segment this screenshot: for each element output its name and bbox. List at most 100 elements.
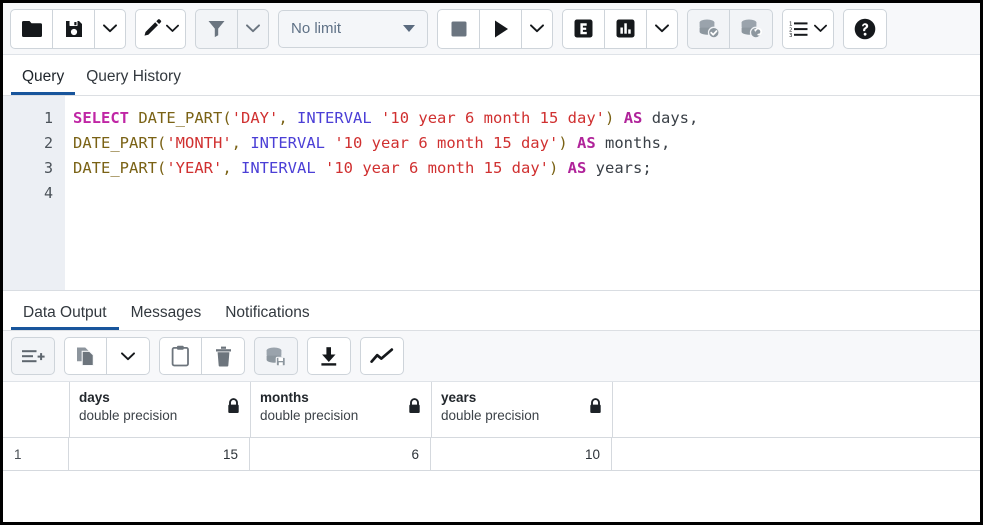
line-number: 3 <box>3 156 65 181</box>
table-row[interactable]: 115610 <box>3 438 980 471</box>
download-group <box>307 337 351 375</box>
column-type: double precision <box>79 407 241 425</box>
edit-button-group <box>135 9 186 49</box>
chevron-down-icon <box>655 24 669 33</box>
play-icon <box>492 19 510 39</box>
code-token: DATE_PART <box>73 159 157 177</box>
tab-data-output[interactable]: Data Output <box>11 305 119 331</box>
database-rollback-icon <box>739 18 763 39</box>
save-file-button[interactable] <box>53 10 95 48</box>
filter-options-caret[interactable] <box>238 10 268 48</box>
copy-group <box>64 337 150 375</box>
tab-query-history-label: Query History <box>86 68 181 85</box>
commit-button[interactable] <box>688 10 730 48</box>
chevron-down-icon <box>530 24 544 33</box>
explain-button[interactable] <box>563 10 605 48</box>
code-token: 'MONTH' <box>166 134 231 152</box>
stop-query-button[interactable] <box>438 10 480 48</box>
code-token: AS <box>577 134 596 152</box>
code-token: INTERVAL <box>241 159 316 177</box>
code-token: '10 year 6 month 15 day' <box>381 109 605 127</box>
tab-notifications-label: Notifications <box>225 304 309 321</box>
sql-editor[interactable]: 1234 SELECT DATE_PART('DAY', INTERVAL '1… <box>3 96 980 291</box>
sql-code-area[interactable]: SELECT DATE_PART('DAY', INTERVAL '10 yea… <box>65 96 980 290</box>
output-tab-bar: Data Output Messages Notifications <box>3 291 980 331</box>
chevron-down-icon <box>166 24 179 33</box>
chevron-down-icon <box>103 24 117 33</box>
line-number-gutter: 1234 <box>3 96 65 290</box>
paste-button[interactable] <box>160 338 202 374</box>
open-file-button[interactable] <box>11 10 53 48</box>
folder-icon <box>21 20 43 38</box>
execute-options-caret[interactable] <box>522 10 552 48</box>
tab-messages[interactable]: Messages <box>119 305 214 331</box>
macros-button-group: 1 2 3 <box>782 9 834 49</box>
table-cell[interactable]: 10 <box>431 438 612 470</box>
row-limit-value: No limit <box>291 20 341 37</box>
row-limit-select[interactable]: No limit <box>278 10 428 48</box>
column-type: double precision <box>441 407 603 425</box>
transaction-button-group <box>687 9 773 49</box>
letter-e-icon <box>573 18 594 39</box>
line-number: 4 <box>3 181 65 206</box>
save-options-caret[interactable] <box>95 10 125 48</box>
macros-button[interactable]: 1 2 3 <box>783 10 833 48</box>
result-grid-body: 115610 <box>3 438 980 471</box>
add-row-button[interactable] <box>12 338 54 374</box>
save-data-changes-button[interactable] <box>255 338 297 374</box>
execute-query-button[interactable] <box>480 10 522 48</box>
database-save-icon <box>264 346 288 367</box>
copy-button[interactable] <box>65 338 107 374</box>
tab-data-output-label: Data Output <box>23 304 107 321</box>
pencil-icon <box>142 19 164 39</box>
column-header[interactable]: monthsdouble precision <box>251 382 432 437</box>
code-token: ) <box>549 159 558 177</box>
code-line: DATE_PART('MONTH', INTERVAL '10 year 6 m… <box>73 131 980 156</box>
delete-button[interactable] <box>202 338 244 374</box>
code-token <box>325 134 334 152</box>
grid-corner-cell <box>3 382 70 437</box>
column-type: double precision <box>260 407 422 425</box>
tab-query[interactable]: Query <box>11 69 75 96</box>
bar-chart-icon <box>615 18 636 39</box>
graph-group <box>360 337 404 375</box>
query-tab-bar: Query Query History <box>3 55 980 96</box>
add-row-icon <box>21 347 45 366</box>
tab-query-label: Query <box>22 68 64 85</box>
explain-analyze-button[interactable] <box>605 10 647 48</box>
graph-visualiser-button[interactable] <box>361 338 403 374</box>
tab-notifications[interactable]: Notifications <box>213 305 321 331</box>
table-cell[interactable]: 6 <box>250 438 431 470</box>
rollback-button[interactable] <box>730 10 772 48</box>
code-token: years; <box>586 159 651 177</box>
column-header[interactable]: daysdouble precision <box>70 382 251 437</box>
explain-button-group <box>562 9 678 49</box>
download-csv-button[interactable] <box>308 338 350 374</box>
code-token: SELECT <box>73 109 129 127</box>
chevron-down-icon <box>814 24 827 33</box>
numbered-list-icon: 1 2 3 <box>789 20 811 38</box>
result-toolbar <box>3 331 980 382</box>
code-token: ( <box>222 109 231 127</box>
row-number[interactable]: 1 <box>3 438 69 470</box>
code-line: SELECT DATE_PART('DAY', INTERVAL '10 yea… <box>73 106 980 131</box>
code-token: 'YEAR' <box>166 159 222 177</box>
code-token <box>614 109 623 127</box>
edit-button[interactable] <box>136 10 185 48</box>
help-button-group <box>843 9 887 49</box>
code-token <box>558 159 567 177</box>
tab-query-history[interactable]: Query History <box>75 69 192 96</box>
query-tool-window: No limit <box>0 0 983 525</box>
code-token: 'DAY' <box>232 109 279 127</box>
column-header[interactable]: yearsdouble precision <box>432 382 613 437</box>
code-token: AS <box>624 109 643 127</box>
help-button[interactable] <box>844 10 886 48</box>
explain-options-caret[interactable] <box>647 10 677 48</box>
filter-button[interactable] <box>196 10 238 48</box>
download-icon <box>319 346 339 367</box>
lock-icon <box>227 398 240 419</box>
table-cell[interactable]: 15 <box>69 438 250 470</box>
code-token: ) <box>558 134 567 152</box>
result-grid-empty-area <box>3 471 980 525</box>
copy-options-caret[interactable] <box>107 338 149 374</box>
